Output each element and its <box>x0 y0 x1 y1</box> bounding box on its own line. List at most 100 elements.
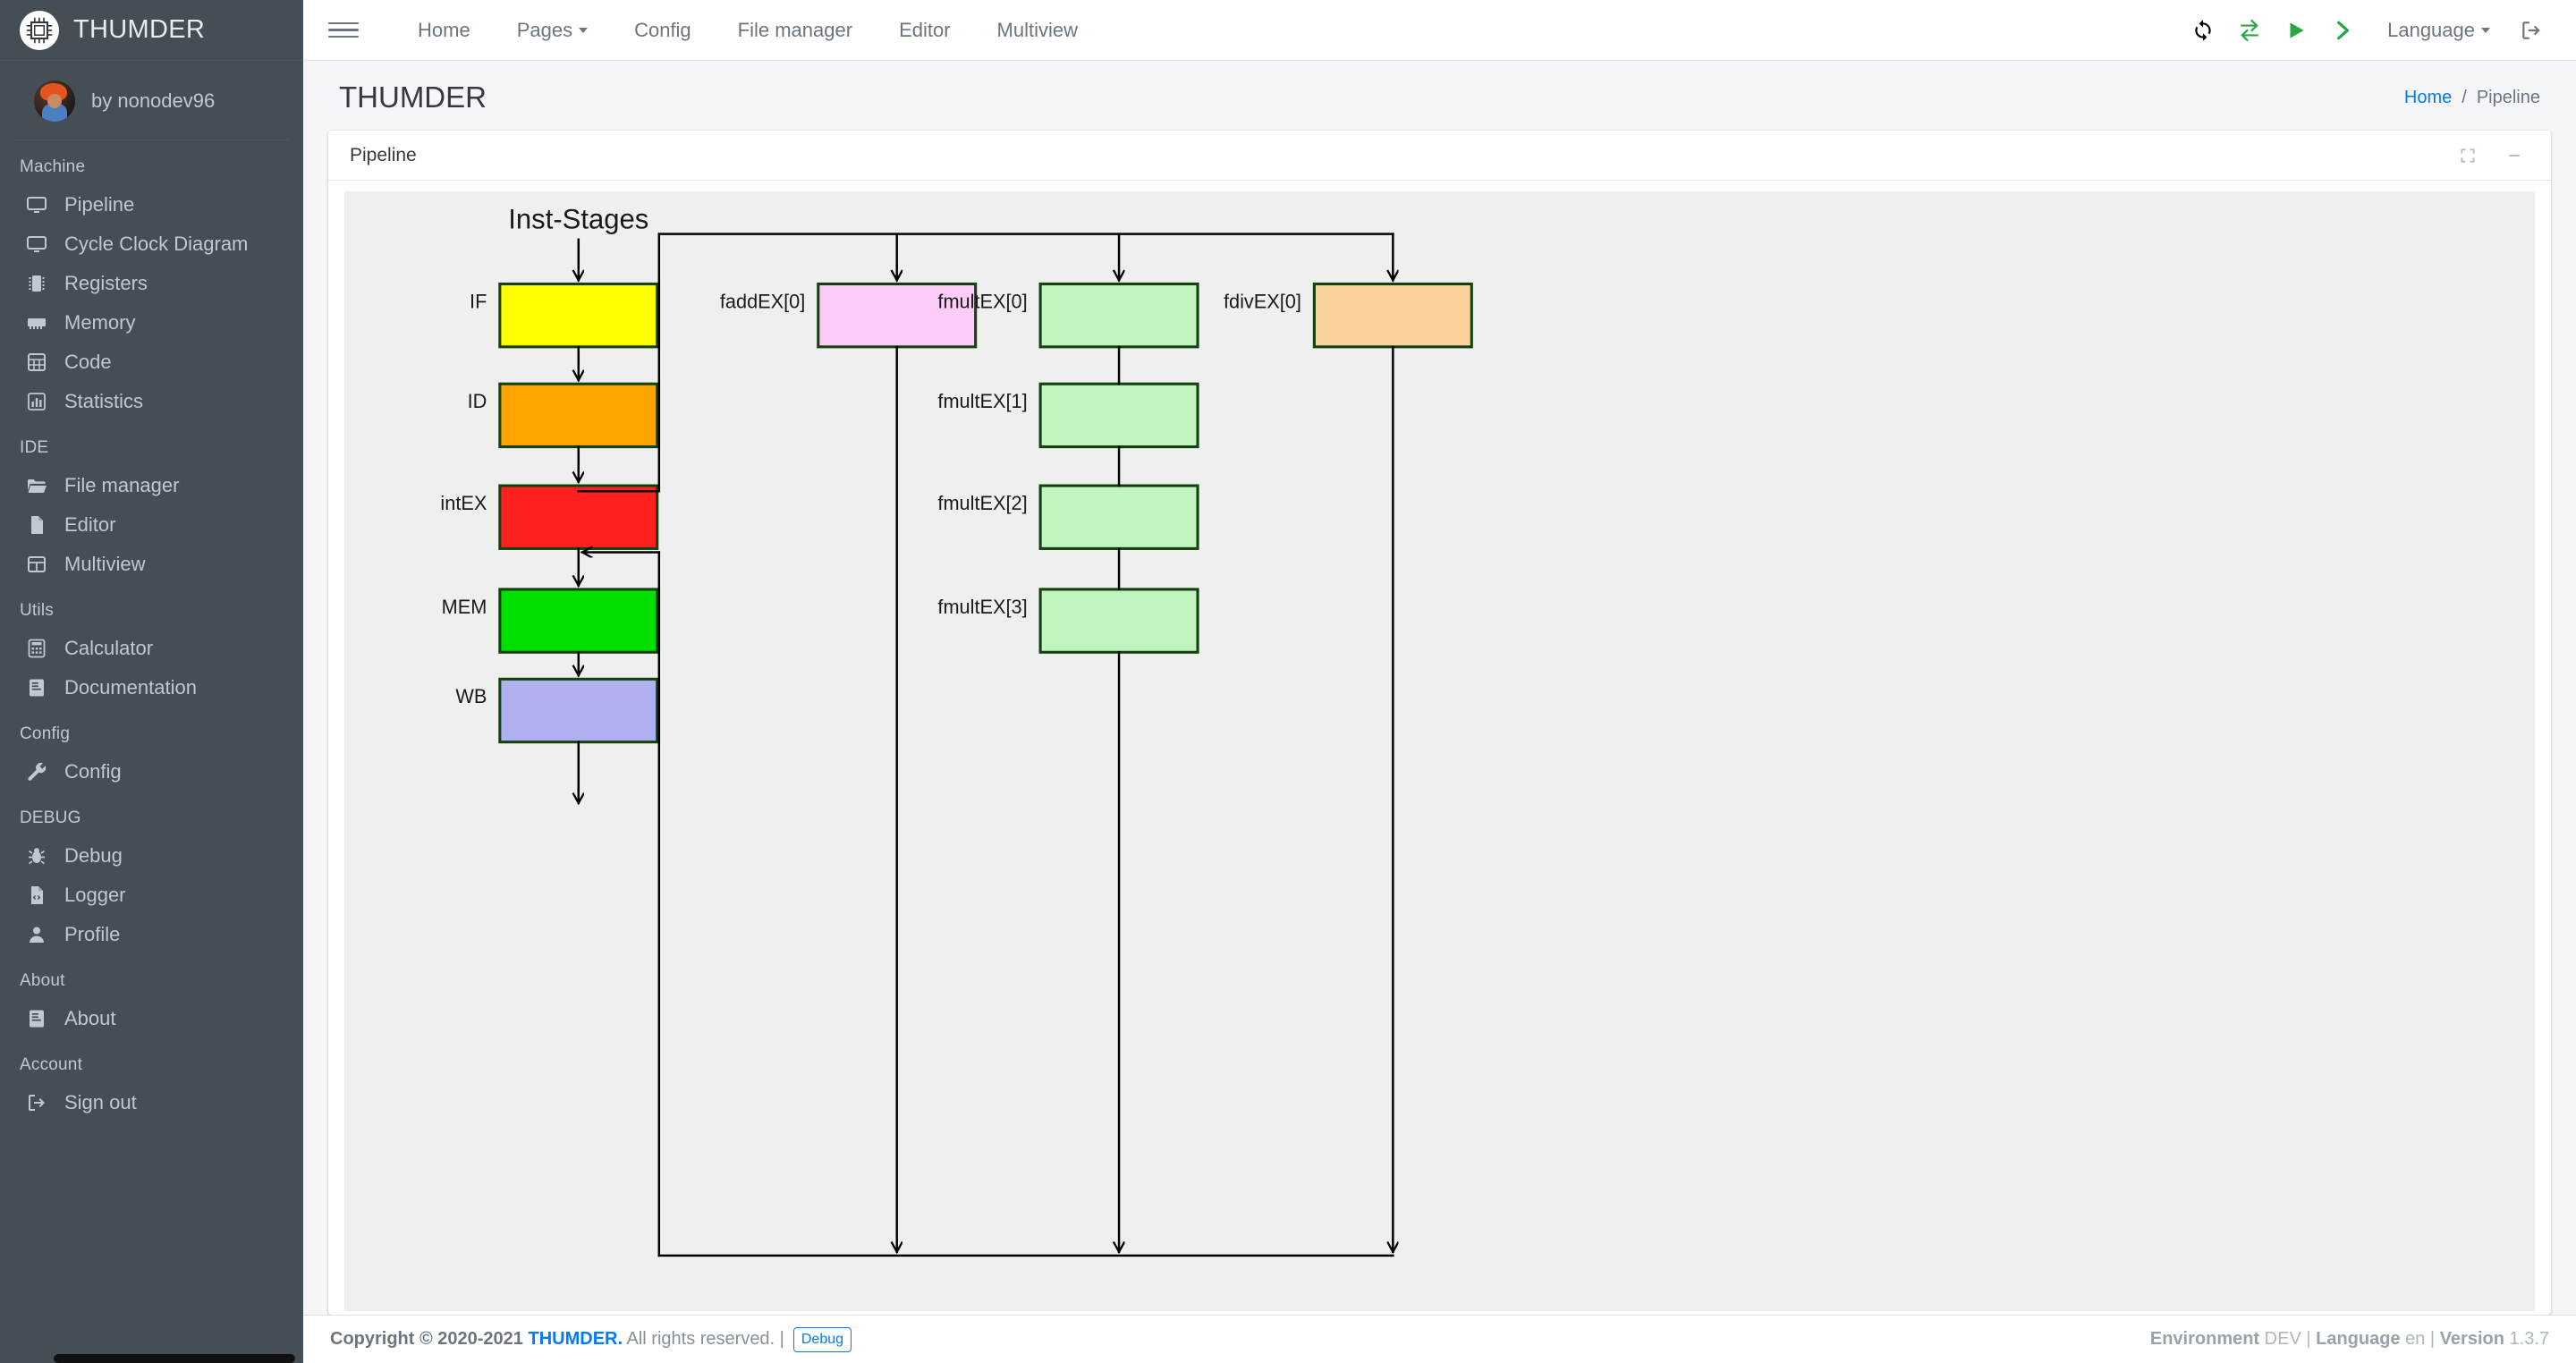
topnav-link-multiview[interactable]: Multiview <box>974 19 1101 42</box>
main-region: Home Pages Config File manager Editor Multivi… <box>303 0 2576 1363</box>
topnav-link-label: File manager <box>737 18 853 41</box>
footer-version-label: Version <box>2439 1329 2504 1349</box>
stage-label-id: ID <box>468 390 487 412</box>
pipeline-svg: Inst-Stages IF ID intEX MEM WB faddEX[0] fmultE… <box>344 191 2529 1311</box>
fp-label-fmultEX1: fmultEX[1] <box>937 390 1027 412</box>
card-body: Inst-Stages IF ID intEX MEM WB faddEX[0] fmultE… <box>328 181 2551 1315</box>
sidebar-item-logger[interactable]: Logger <box>0 876 303 915</box>
sidebar-item-file-manager[interactable]: File manager <box>0 466 303 505</box>
sidebar-section-ide: IDE <box>20 438 49 457</box>
sidebar-item-pipeline[interactable]: Pipeline <box>0 185 303 224</box>
breadcrumb-home[interactable]: Home <box>2404 88 2452 108</box>
footer: Copyright © 2020-2021 THUMDER. All right… <box>303 1315 2576 1363</box>
sidebar-section-debug: DEBUG <box>20 808 81 827</box>
topnav-link-label: Home <box>418 18 470 41</box>
sign-out-icon <box>25 1091 48 1114</box>
diagram-title: Inst-Stages <box>508 203 648 234</box>
sidebar-item-label: Editor <box>64 513 116 536</box>
sidebar-item-label: Registers <box>64 272 148 294</box>
sidebar-item-sign-out[interactable]: Sign out <box>0 1083 303 1122</box>
sidebar-item-memory[interactable]: Memory <box>0 303 303 343</box>
sidebar-brand[interactable]: THUMDER <box>0 0 303 61</box>
sidebar-item-statistics[interactable]: Statistics <box>0 382 303 421</box>
card-tools <box>2453 140 2529 171</box>
sidebar-item-label: Documentation <box>64 676 197 698</box>
sidebar-item-code[interactable]: Code <box>0 343 303 382</box>
wrench-icon <box>25 760 48 783</box>
topnav-link-home[interactable]: Home <box>394 19 494 42</box>
sidebar-item-multiview[interactable]: Multiview <box>0 545 303 584</box>
sidebar-item-documentation[interactable]: Documentation <box>0 668 303 707</box>
footer-rights: All rights reserved. | <box>626 1329 784 1349</box>
play-icon[interactable] <box>2273 7 2319 54</box>
sidebar-item-about[interactable]: About <box>0 999 303 1038</box>
expand-icon[interactable] <box>2453 140 2483 171</box>
breadcrumb-current: Pipeline <box>2476 87 2540 107</box>
topnav-link-config[interactable]: Config <box>611 19 715 42</box>
sidebar-item-profile[interactable]: Profile <box>0 915 303 954</box>
footer-debug-button[interactable]: Debug <box>792 1326 852 1352</box>
topnav-link-editor[interactable]: Editor <box>876 19 973 42</box>
step-forward-icon[interactable] <box>2319 7 2366 54</box>
desktop-icon <box>25 233 48 256</box>
stage-label-wb: WB <box>455 685 487 707</box>
cpu-chip-icon <box>20 10 59 50</box>
topnav-link-pages[interactable]: Pages <box>494 19 611 42</box>
stage-box-mem[interactable] <box>498 588 659 654</box>
sidebar-section-machine: Machine <box>20 157 86 176</box>
sidebar-scrollbar[interactable] <box>54 1354 295 1363</box>
stage-label-mem: MEM <box>442 596 487 618</box>
folder-open-icon <box>25 474 48 497</box>
memory-bank-icon <box>25 311 48 334</box>
minimize-icon[interactable] <box>2499 140 2529 171</box>
topnav-link-file-manager[interactable]: File manager <box>715 19 876 42</box>
language-label: Language <box>2387 18 2475 41</box>
sidebar-user-panel[interactable]: by nonodev96 <box>14 61 289 140</box>
sidebar-item-config[interactable]: Config <box>0 752 303 792</box>
chevron-down-icon <box>579 27 589 33</box>
sidebar-item-label: Calculator <box>64 637 154 659</box>
fp-label-fmultEX3: fmultEX[3] <box>937 596 1027 618</box>
sidebar-item-debug[interactable]: Debug <box>0 836 303 876</box>
sidebar-section-config: Config <box>20 724 71 743</box>
fp-box-fmultEX1[interactable] <box>1038 382 1199 449</box>
stage-box-intex[interactable] <box>498 484 659 550</box>
sidebar-section-account: Account <box>20 1055 83 1074</box>
book-icon <box>25 676 48 699</box>
stage-box-if[interactable] <box>498 282 659 349</box>
footer-env-value: DEV | <box>2264 1329 2311 1349</box>
breadcrumb-separator: / <box>2462 87 2467 107</box>
memory-chip-icon <box>25 272 48 295</box>
pipeline-diagram[interactable]: Inst-Stages IF ID intEX MEM WB faddEX[0] fmultE… <box>344 191 2535 1311</box>
sidebar-item-registers[interactable]: Registers <box>0 264 303 303</box>
language-dropdown[interactable]: Language <box>2366 19 2508 42</box>
desktop-icon <box>25 193 48 216</box>
grid-table-icon <box>25 351 48 374</box>
top-navbar: Home Pages Config File manager Editor Multivi… <box>303 0 2576 61</box>
sidebar-item-label: Memory <box>64 311 136 334</box>
sidebar-item-editor[interactable]: Editor <box>0 505 303 545</box>
fp-box-fmultEX2[interactable] <box>1038 484 1199 550</box>
sign-out-icon[interactable] <box>2508 7 2555 54</box>
chevron-down-icon <box>2481 27 2490 33</box>
stage-box-id[interactable] <box>498 382 659 449</box>
content-header: THUMDER Home / Pipeline <box>303 61 2576 131</box>
stage-box-wb[interactable] <box>498 677 659 744</box>
footer-lang-value: en | <box>2405 1329 2436 1349</box>
bar-chart-icon <box>25 390 48 413</box>
fp-box-fmultEX0[interactable] <box>1038 282 1199 349</box>
pipeline-card: Pipeline Inst-Stages IF ID intEX MEM WB … <box>328 131 2551 1315</box>
exchange-icon[interactable] <box>2226 7 2273 54</box>
fp-box-fmultEX3[interactable] <box>1038 588 1199 654</box>
footer-brand[interactable]: THUMDER. <box>529 1329 623 1349</box>
footer-status: Environment DEV | Language en | Version … <box>2150 1329 2549 1350</box>
topnav-link-label: Config <box>634 18 691 41</box>
hamburger-icon[interactable] <box>328 15 359 46</box>
sidebar-item-calculator[interactable]: Calculator <box>0 629 303 668</box>
fp-box-fdivEX0[interactable] <box>1312 282 1473 349</box>
footer-copyright: Copyright © 2020-2021 THUMDER. All right… <box>330 1329 784 1350</box>
sidebar-section-utils: Utils <box>20 601 54 620</box>
sidebar-item-cycle-clock-diagram[interactable]: Cycle Clock Diagram <box>0 224 303 264</box>
sidebar-item-label: Profile <box>64 923 121 945</box>
sync-icon[interactable] <box>2180 7 2226 54</box>
